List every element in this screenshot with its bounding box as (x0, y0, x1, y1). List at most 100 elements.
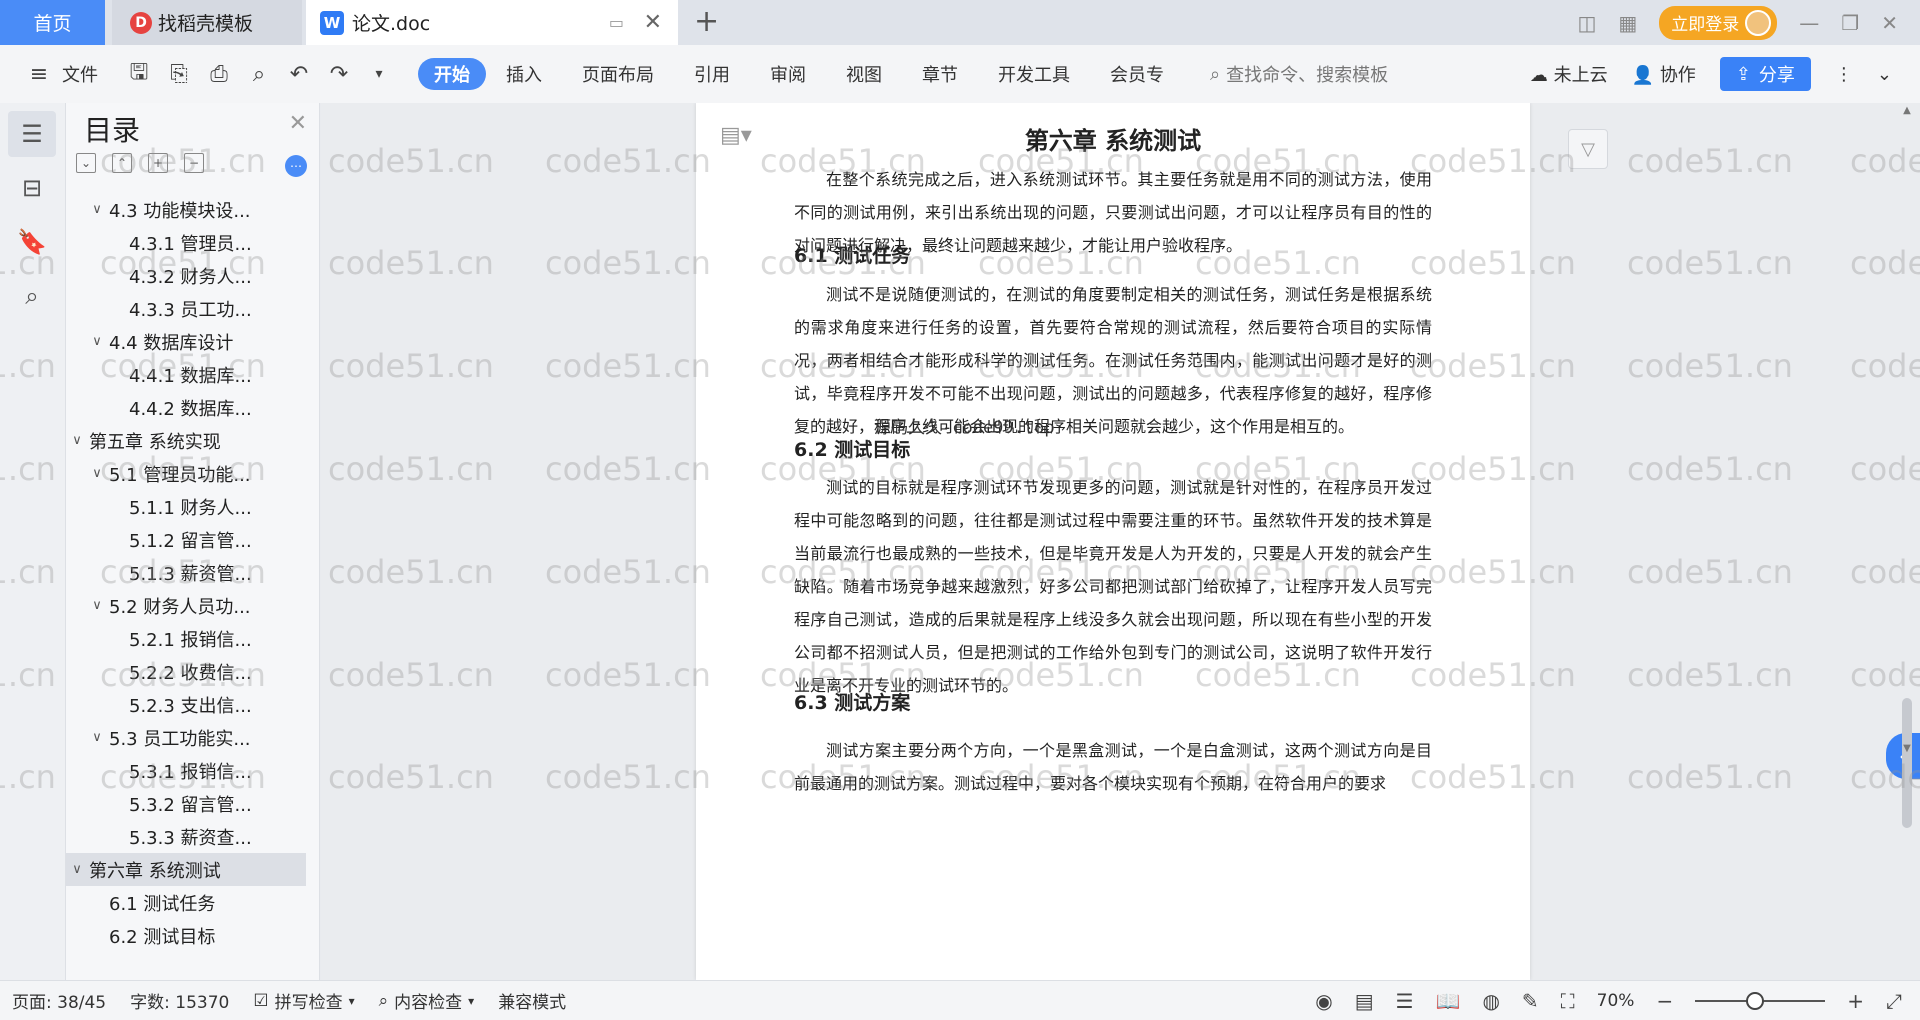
scroll-up-icon[interactable]: ▲ (1900, 105, 1914, 116)
fullscreen-icon[interactable]: ⤢ (1886, 989, 1902, 1013)
write-mode-icon[interactable]: ✎ (1522, 989, 1539, 1013)
read-mode-icon[interactable]: 📖 (1436, 989, 1461, 1013)
toc-item[interactable]: 5.3.1 报销信... (66, 754, 306, 787)
chevron-down-icon[interactable]: ∨ (88, 202, 106, 217)
tab-home-ribbon[interactable]: 开始 (418, 58, 486, 90)
share-button[interactable]: ⇪ 分享 (1719, 57, 1811, 91)
more-options-icon[interactable]: ⋮ (1835, 64, 1853, 85)
toc-item[interactable]: 5.2.3 支出信... (66, 688, 306, 721)
collapse-all-icon[interactable]: ⌃ (112, 153, 132, 173)
toc-item[interactable]: ∨ 4.4 数据库设计 (66, 325, 306, 358)
collaborate-button[interactable]: 👤 协作 (1632, 61, 1696, 87)
toc-item[interactable]: 5.1.3 薪资管... (66, 556, 306, 589)
command-search[interactable]: ⌕ 查找命令、搜索模板 (1210, 61, 1388, 87)
page-indicator[interactable]: 页面: 38/45 (0, 988, 118, 1013)
toc-item[interactable]: 4.4.2 数据库... (66, 391, 306, 424)
toc-item[interactable]: 5.1.1 财务人... (66, 490, 306, 523)
toc-item[interactable]: 4.3.2 财务人... (66, 259, 306, 292)
print-icon[interactable]: ⎙ (202, 57, 236, 91)
chapter-nav-icon[interactable]: ⊟ (8, 165, 56, 211)
page-options-icon[interactable]: ▤▾ (720, 123, 752, 148)
zoom-slider[interactable] (1695, 991, 1826, 1010)
new-tab-plus-icon[interactable]: + (694, 4, 719, 39)
web-view-icon[interactable]: ◍ (1482, 989, 1499, 1013)
undo-icon[interactable]: ↶ (282, 57, 316, 91)
find-icon[interactable]: ⌕ (8, 273, 56, 319)
fit-page-icon[interactable]: ⛶ (1561, 989, 1575, 1013)
filter-icon[interactable]: ▽ (1568, 129, 1608, 169)
toc-item[interactable]: 6.2 测试目标 (66, 919, 306, 952)
tab-developer[interactable]: 开发工具 (978, 58, 1090, 90)
app-grid-icon[interactable]: ▦ (1618, 11, 1637, 35)
spell-check[interactable]: ☑ 拼写检查 ▾ (241, 988, 366, 1014)
tab-chapter[interactable]: 章节 (902, 58, 978, 90)
chevron-down-icon[interactable]: ∨ (88, 334, 106, 349)
toc-item[interactable]: 5.2.2 收费信... (66, 655, 306, 688)
toc-item[interactable]: ∨ 5.1 管理员功能... (66, 457, 306, 490)
redo-icon[interactable]: ↷ (322, 57, 356, 91)
save-icon[interactable]: 🖫 (122, 57, 156, 91)
tab-references[interactable]: 引用 (674, 58, 750, 90)
hamburger-menu-icon[interactable]: ≡ (22, 57, 56, 91)
zoom-slider-knob[interactable] (1746, 991, 1765, 1010)
document-page[interactable]: ▤▾ 第六章 系统测试 在整个系统完成之后，进入系统测试环节。其主要任务就是用不… (696, 103, 1530, 980)
tab-view[interactable]: 视图 (826, 58, 902, 90)
tab-member[interactable]: 会员专 (1090, 58, 1184, 90)
zoom-level[interactable]: 70% (1597, 991, 1635, 1011)
scroll-down-icon[interactable]: ▼ (1900, 743, 1914, 754)
cloud-status[interactable]: ☁ 未上云 (1530, 61, 1608, 87)
file-menu[interactable]: 文件 (62, 61, 98, 87)
toc-item[interactable]: 4.3.3 员工功... (66, 292, 306, 325)
close-window-icon[interactable]: ✕ (1881, 11, 1898, 35)
tab-page-layout[interactable]: 页面布局 (562, 58, 674, 90)
toc-item[interactable]: 4.4.1 数据库... (66, 358, 306, 391)
toc-item[interactable]: ∨ 5.3 员工功能实... (66, 721, 306, 754)
login-button[interactable]: 立即登录 (1659, 5, 1778, 40)
toc-item[interactable]: 5.2.1 报销信... (66, 622, 306, 655)
bookmark-icon[interactable]: 🔖 (8, 219, 56, 265)
close-tab-icon[interactable]: ✕ (644, 10, 662, 35)
chevron-down-icon[interactable]: ∨ (88, 598, 106, 613)
tab-insert[interactable]: 插入 (486, 58, 562, 90)
chevron-down-icon[interactable]: ∨ (68, 433, 86, 448)
toc-item[interactable]: 6.1 测试任务 (66, 886, 306, 919)
toc-item[interactable]: ∨ 第六章 系统测试 (66, 853, 306, 886)
toc-item[interactable]: ∨ 5.2 财务人员功... (66, 589, 306, 622)
page-view-icon[interactable]: ▤ (1355, 989, 1374, 1013)
zoom-out-icon[interactable]: − (1656, 989, 1673, 1013)
toc-item[interactable]: 5.3.3 薪资查... (66, 820, 306, 853)
smart-toc-icon[interactable]: ⋯ (285, 155, 307, 177)
zoom-in-icon[interactable]: + (1847, 989, 1864, 1013)
add-heading-icon[interactable]: + (148, 153, 168, 173)
toc-item[interactable]: 5.1.2 留言管... (66, 523, 306, 556)
expand-all-icon[interactable]: ⌄ (76, 153, 96, 173)
toc-item[interactable]: ∨ 4.3 功能模块设... (66, 193, 306, 226)
toc-item[interactable]: 4.3.1 管理员... (66, 226, 306, 259)
restore-icon[interactable]: ❐ (1841, 11, 1859, 35)
outline-view-icon[interactable]: ☰ (1396, 989, 1414, 1013)
eye-protect-icon[interactable]: ◉ (1315, 989, 1332, 1013)
tab-review[interactable]: 审阅 (750, 58, 826, 90)
print-preview-icon[interactable]: ⌕ (242, 57, 276, 91)
word-count[interactable]: 字数: 15370 (118, 988, 241, 1013)
toc-item[interactable]: ∨ 第五章 系统实现 (66, 424, 306, 457)
tab-docer-templates[interactable]: D 找稻壳模板 (112, 0, 302, 45)
close-icon[interactable]: ✕ (289, 111, 307, 136)
tab-home[interactable]: 首页 (0, 0, 105, 45)
window-mode-icon[interactable]: ▭ (609, 13, 624, 32)
chevron-down-icon[interactable]: ∨ (88, 730, 106, 745)
document-scrollbar[interactable]: ▲ ▼ (1900, 103, 1914, 980)
reading-layout-icon[interactable]: ◫ (1577, 11, 1596, 35)
scrollbar-thumb[interactable] (1902, 698, 1912, 828)
toc-item[interactable]: 5.3.2 留言管... (66, 787, 306, 820)
customize-toolbar-icon[interactable]: ▾ (362, 57, 396, 91)
minimize-icon[interactable]: — (1799, 11, 1819, 35)
chevron-down-icon[interactable]: ∨ (88, 466, 106, 481)
remove-heading-icon[interactable]: − (184, 153, 204, 173)
chevron-down-icon[interactable]: ∨ (68, 862, 86, 877)
toc-panel-icon[interactable]: ☰ (8, 111, 56, 157)
tab-document[interactable]: W 论文.doc ▭ ✕ (306, 0, 678, 45)
export-pdf-icon[interactable]: ⎘ (162, 57, 196, 91)
collapse-ribbon-icon[interactable]: ⌄ (1877, 64, 1892, 85)
content-check[interactable]: ⌕ 内容检查 ▾ (367, 988, 487, 1014)
